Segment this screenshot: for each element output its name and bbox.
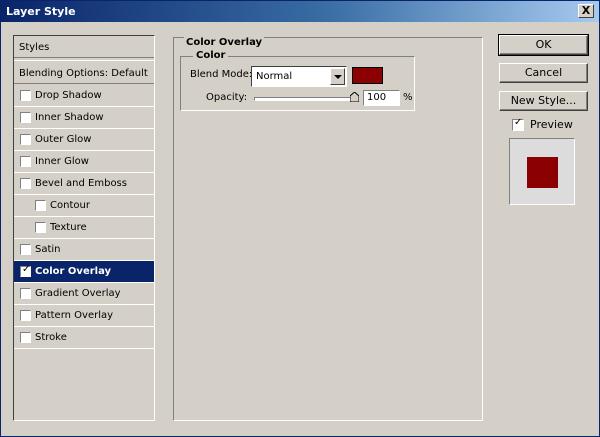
style-item-label: Texture <box>50 222 87 233</box>
style-item-label: Inner Glow <box>35 156 89 167</box>
style-item-texture[interactable]: Texture <box>14 217 154 239</box>
preview-label: Preview <box>530 118 573 131</box>
style-checkbox[interactable] <box>20 288 31 299</box>
preview-thumbnail <box>509 138 575 205</box>
styles-panel: Styles Blending Options: Default Drop Sh… <box>13 35 155 421</box>
style-checkbox[interactable]: ✓ <box>20 264 31 277</box>
style-item-label: Satin <box>35 244 61 255</box>
blend-mode-value: Normal <box>256 71 293 82</box>
preview-fill-swatch <box>527 157 558 188</box>
style-item-label: Bevel and Emboss <box>35 178 127 189</box>
blend-mode-dropdown-button[interactable] <box>330 68 345 85</box>
style-item-pattern-overlay[interactable]: Pattern Overlay <box>14 305 154 327</box>
blend-mode-label: Blend Mode: <box>190 69 253 80</box>
style-item-inner-glow[interactable]: Inner Glow <box>14 151 154 173</box>
opacity-unit: % <box>403 92 413 103</box>
style-checkbox[interactable] <box>35 222 46 233</box>
style-item-outer-glow[interactable]: Outer Glow <box>14 129 154 151</box>
checkmark-icon: ✓ <box>22 264 31 275</box>
title-bar[interactable]: Layer Style X <box>1 1 599 22</box>
opacity-slider-thumb[interactable] <box>350 92 359 102</box>
style-item-color-overlay[interactable]: ✓ Color Overlay <box>14 261 154 283</box>
style-item-label: Contour <box>50 200 90 211</box>
preview-checkbox[interactable]: ✓ <box>512 116 524 131</box>
style-item-label: Outer Glow <box>35 134 92 145</box>
dialog-title: Layer Style <box>6 5 76 18</box>
style-checkbox[interactable] <box>20 90 31 101</box>
color-subgroup-title: Color <box>193 50 229 61</box>
style-item-bevel-and-emboss[interactable]: Bevel and Emboss <box>14 173 154 195</box>
style-checkbox[interactable] <box>35 200 46 211</box>
style-item-label: Pattern Overlay <box>35 310 114 321</box>
style-item-label: Drop Shadow <box>35 90 102 101</box>
style-checkbox[interactable] <box>20 244 31 255</box>
style-item-stroke[interactable]: Stroke <box>14 327 154 349</box>
style-checkbox[interactable] <box>20 112 31 123</box>
style-item-satin[interactable]: Satin <box>14 239 154 261</box>
style-item-label: Color Overlay <box>35 266 112 277</box>
style-checkbox[interactable] <box>20 156 31 167</box>
style-item-label: Inner Shadow <box>35 112 104 123</box>
checkmark-icon: ✓ <box>514 116 523 128</box>
style-item-drop-shadow[interactable]: Drop Shadow <box>14 85 154 107</box>
style-checkbox[interactable] <box>20 134 31 145</box>
color-overlay-group-title: Color Overlay <box>184 37 265 48</box>
overlay-color-swatch[interactable] <box>352 67 383 84</box>
close-icon: X <box>581 4 591 17</box>
style-list: Drop Shadow Inner Shadow Outer Glow Inner G… <box>14 85 154 349</box>
new-style-button[interactable]: New Style... <box>499 91 588 111</box>
chevron-down-icon <box>334 75 342 79</box>
style-item-contour[interactable]: Contour <box>14 195 154 217</box>
close-button[interactable]: X <box>578 4 594 18</box>
style-checkbox[interactable] <box>20 310 31 321</box>
blending-options-item[interactable]: Blending Options: Default <box>14 60 154 84</box>
styles-header[interactable]: Styles <box>14 36 154 58</box>
blend-mode-select[interactable]: Normal <box>251 66 347 87</box>
opacity-slider-track[interactable] <box>254 97 357 101</box>
style-item-inner-shadow[interactable]: Inner Shadow <box>14 107 154 129</box>
cancel-button[interactable]: Cancel <box>499 63 588 83</box>
opacity-label: Opacity: <box>206 92 248 103</box>
style-checkbox[interactable] <box>20 332 31 343</box>
ok-button[interactable]: OK <box>498 34 589 56</box>
layer-style-dialog: Layer Style X Styles Blending Options: D… <box>0 0 600 437</box>
style-item-label: Stroke <box>35 332 67 343</box>
style-item-gradient-overlay[interactable]: Gradient Overlay <box>14 283 154 305</box>
preview-toggle[interactable]: ✓ Preview <box>512 116 573 131</box>
style-checkbox[interactable] <box>20 178 31 189</box>
opacity-input[interactable]: 100 <box>363 90 400 106</box>
style-item-label: Gradient Overlay <box>35 288 121 299</box>
